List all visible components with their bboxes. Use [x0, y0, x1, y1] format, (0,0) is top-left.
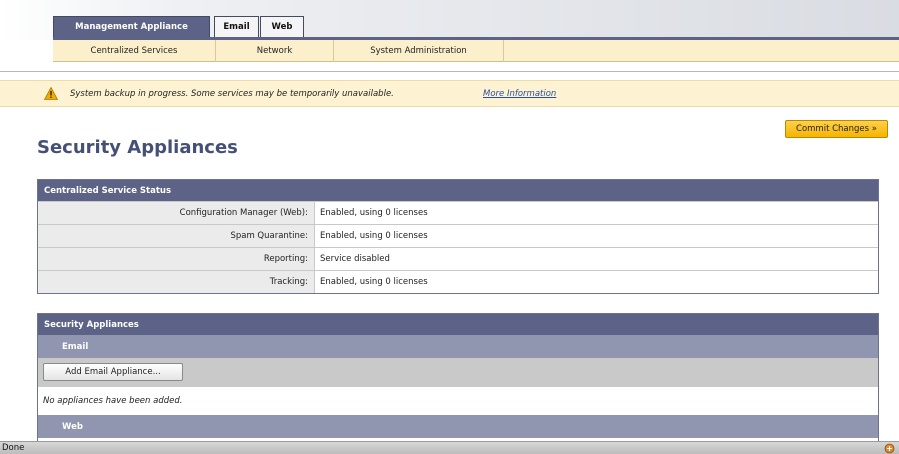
- panel-header: Security Appliances: [38, 314, 878, 335]
- subnav-centralized-services[interactable]: Centralized Services: [53, 40, 216, 62]
- table-row: Tracking: Enabled, using 0 licenses: [38, 270, 878, 293]
- more-information-link[interactable]: More Information: [483, 89, 556, 99]
- warning-text: System backup in progress. Some services…: [70, 89, 394, 99]
- status-text: Done: [2, 443, 25, 453]
- centralized-service-status-panel: Centralized Service Status Configuration…: [37, 179, 879, 294]
- commit-changes-button[interactable]: Commit Changes »: [785, 120, 888, 138]
- warning-icon: [44, 87, 58, 100]
- table-row: Configuration Manager (Web): Enabled, us…: [38, 201, 878, 224]
- row-value: Service disabled: [320, 254, 390, 264]
- tab-web[interactable]: Web: [260, 16, 304, 37]
- security-appliances-panel: Security Appliances Email Add Email Appl…: [37, 313, 879, 443]
- page-title: Security Appliances: [37, 137, 238, 158]
- subnav-bar: Centralized Services Network System Admi…: [53, 40, 899, 62]
- add-email-appliance-button[interactable]: Add Email Appliance...: [43, 363, 183, 381]
- row-value: Enabled, using 0 licenses: [320, 208, 428, 218]
- web-section-header: Web: [38, 415, 878, 438]
- subnav-network[interactable]: Network: [216, 40, 334, 62]
- row-value: Enabled, using 0 licenses: [320, 231, 428, 241]
- row-label: Configuration Manager (Web):: [38, 202, 315, 224]
- row-value: Enabled, using 0 licenses: [320, 277, 428, 287]
- separator: [0, 71, 899, 72]
- table-row: Spam Quarantine: Enabled, using 0 licens…: [38, 224, 878, 247]
- tab-email[interactable]: Email: [214, 16, 259, 37]
- row-label: Reporting:: [38, 248, 315, 270]
- browser-status-bar: Done: [0, 441, 899, 454]
- subnav-system-administration[interactable]: System Administration: [334, 40, 504, 62]
- row-label: Spam Quarantine:: [38, 225, 315, 247]
- network-activity-icon: [884, 443, 895, 454]
- panel-header: Centralized Service Status: [38, 180, 878, 201]
- button-row: Add Email Appliance...: [38, 358, 878, 387]
- table-row: Reporting: Service disabled: [38, 247, 878, 270]
- warning-banner: System backup in progress. Some services…: [0, 80, 899, 107]
- email-section-header: Email: [38, 335, 878, 358]
- row-label: Tracking:: [38, 271, 315, 293]
- tab-management-appliance[interactable]: Management Appliance: [53, 16, 210, 37]
- empty-message: No appliances have been added.: [38, 387, 878, 415]
